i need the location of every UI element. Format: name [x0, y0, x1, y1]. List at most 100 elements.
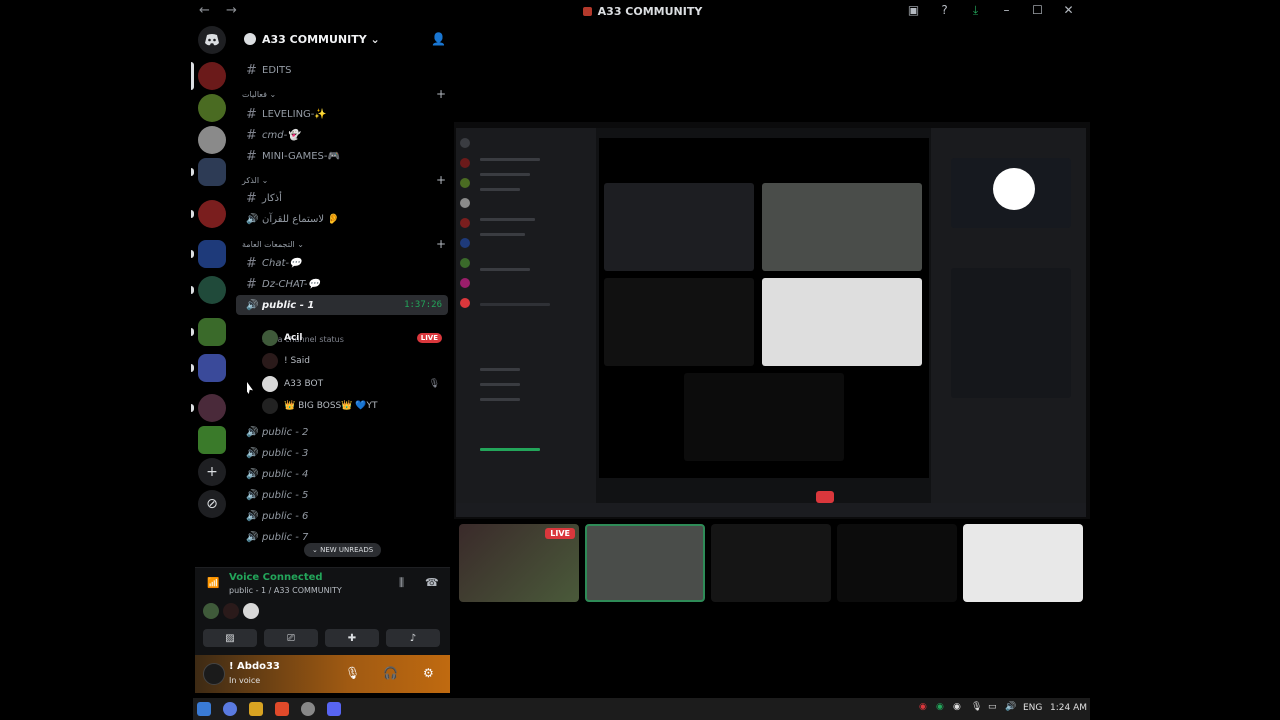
active-server-pill: [191, 62, 194, 90]
participant-thumb-bot[interactable]: [963, 524, 1083, 602]
server-folder-icon-4[interactable]: [198, 354, 226, 382]
discord-icon[interactable]: [327, 702, 341, 716]
new-unreads-button[interactable]: ⌄ NEW UNREADS: [304, 543, 382, 557]
server-folder-icon-3[interactable]: [198, 318, 226, 346]
channel-quran[interactable]: 🔊 لاستماع للقرآن 👂: [236, 209, 448, 229]
steam-icon[interactable]: [301, 702, 315, 716]
close-button[interactable]: ✕: [1053, 3, 1084, 18]
unread-pill: [191, 210, 194, 218]
maximize-button[interactable]: ☐: [1022, 3, 1053, 18]
channel-public-5[interactable]: 🔊 public - 5: [236, 485, 448, 505]
network-icon[interactable]: ▭: [988, 702, 997, 712]
noise-suppression-icon[interactable]: ⫼: [399, 576, 404, 590]
channel-leveling[interactable]: # LEVELING-✨: [236, 104, 448, 124]
mini-channel-line: [480, 233, 525, 236]
username[interactable]: ! Abdo33: [229, 661, 280, 672]
minimize-button[interactable]: –: [991, 3, 1022, 18]
server-icon-7[interactable]: [198, 276, 226, 304]
server-icon-3[interactable]: [198, 126, 226, 154]
tray-icon[interactable]: ◉: [953, 702, 961, 712]
microphone-icon[interactable]: 🎙: [345, 666, 360, 680]
channel-public-3[interactable]: 🔊 public - 3: [236, 443, 448, 463]
clock[interactable]: 1:24 AM: [1050, 703, 1087, 713]
add-channel-icon[interactable]: +: [436, 237, 446, 251]
discord-home-icon[interactable]: [198, 26, 226, 54]
camera-off-button[interactable]: ▨: [203, 629, 257, 647]
server-icon-11[interactable]: [198, 426, 226, 454]
mini-guild-icon: [460, 238, 470, 248]
voice-user-big-boss[interactable]: 👑 BIG BOSS👑 💙YT: [262, 396, 442, 416]
mini-tile-acil: [762, 183, 922, 271]
soundboard-button[interactable]: ♪: [386, 629, 440, 647]
server-header[interactable]: A33 COMMUNITY ⌄ 👤: [236, 22, 454, 56]
unread-pill: [191, 286, 194, 294]
speaker-icon: 🔊: [246, 213, 259, 225]
server-icon-10[interactable]: [198, 394, 226, 422]
channel-cmd[interactable]: # cmd-👻: [236, 125, 448, 145]
discover-icon[interactable]: ⊘: [198, 490, 226, 518]
voice-status: Voice Connected: [229, 572, 323, 583]
voice-user-acil[interactable]: Acil LIVE: [262, 328, 442, 348]
voice-user-said[interactable]: ! Said: [262, 351, 442, 371]
mini-channel-line: [480, 303, 550, 306]
add-server-icon[interactable]: +: [198, 458, 226, 486]
brave-icon[interactable]: [275, 702, 289, 716]
settings-gear-icon[interactable]: ⚙: [423, 666, 434, 680]
hash-icon: #: [246, 255, 257, 271]
category-dhikr[interactable]: الذكر ⌄ +: [242, 173, 448, 187]
tray-icon[interactable]: ◉: [936, 702, 944, 712]
server-a33-icon[interactable]: [198, 62, 226, 90]
language-indicator[interactable]: ENG: [1023, 703, 1042, 713]
signal-icon[interactable]: 📶: [207, 578, 219, 589]
channel-edits[interactable]: # EDITS: [236, 60, 448, 80]
unread-pill: [191, 168, 194, 176]
channel-public-1[interactable]: 🔊 public - 1 1:37:26: [236, 295, 448, 315]
headphones-icon[interactable]: 🎧: [383, 666, 398, 680]
mini-guild-icon: [460, 198, 470, 208]
user-avatar[interactable]: [203, 663, 225, 685]
category-events[interactable]: فعاليات ⌄ +: [242, 87, 448, 101]
participant-thumb-acil[interactable]: [585, 524, 705, 602]
live-badge: LIVE: [416, 333, 442, 343]
activities-button[interactable]: ✚: [325, 629, 379, 647]
browser-icon[interactable]: [223, 702, 237, 716]
channel-dz-chat[interactable]: # Dz-CHAT-💬: [236, 274, 448, 294]
voice-channel-link[interactable]: public - 1 / A33 COMMUNITY: [229, 586, 342, 595]
add-channel-icon[interactable]: +: [436, 87, 446, 101]
participant-thumb-bigboss[interactable]: [837, 524, 957, 602]
channel-public-6[interactable]: 🔊 public - 6: [236, 506, 448, 526]
invite-icon[interactable]: 👤: [431, 32, 446, 46]
stream-stage[interactable]: [454, 122, 1090, 519]
voice-user-a33-bot[interactable]: A33 BOT 🎙: [262, 374, 442, 394]
mini-guild-icon: [460, 298, 470, 308]
participant-thumb-said[interactable]: [711, 524, 831, 602]
server-icon-2[interactable]: [198, 94, 226, 122]
help-icon[interactable]: ?: [929, 3, 960, 18]
channel-adhkar[interactable]: # أذكار: [236, 188, 448, 208]
disconnect-icon[interactable]: ☎: [425, 576, 439, 589]
channel-public-2[interactable]: 🔊 public - 2: [236, 422, 448, 442]
server-folder-icon-2[interactable]: [198, 240, 226, 268]
mini-channel-line: [480, 188, 520, 191]
file-explorer-icon[interactable]: [249, 702, 263, 716]
channel-chat[interactable]: # Chat-💬: [236, 253, 448, 273]
channel-mini-games[interactable]: # MINI-GAMES-🎮: [236, 146, 448, 166]
add-channel-icon[interactable]: +: [436, 173, 446, 187]
participant-thumb-stream[interactable]: LIVE: [459, 524, 579, 602]
scp-embed: [951, 268, 1071, 398]
mic-tray-icon[interactable]: 🎙: [971, 702, 982, 712]
tray-icon[interactable]: ◉: [919, 702, 927, 712]
start-icon[interactable]: [197, 702, 211, 716]
category-general[interactable]: التجمعات العامة ⌄ +: [242, 237, 448, 251]
speaker-icon: 🔊: [246, 299, 259, 311]
speaker-icon: 🔊: [246, 510, 259, 522]
avatar: [262, 376, 278, 392]
server-icon-5[interactable]: [198, 200, 226, 228]
inbox-icon[interactable]: ▣: [898, 3, 929, 18]
mini-channel-line: [480, 368, 520, 371]
volume-icon[interactable]: 🔊: [1005, 702, 1016, 712]
screen-share-button[interactable]: ⎚: [264, 629, 318, 647]
channel-public-4[interactable]: 🔊 public - 4: [236, 464, 448, 484]
download-icon[interactable]: ⤓: [960, 3, 991, 18]
server-folder-icon[interactable]: [198, 158, 226, 186]
